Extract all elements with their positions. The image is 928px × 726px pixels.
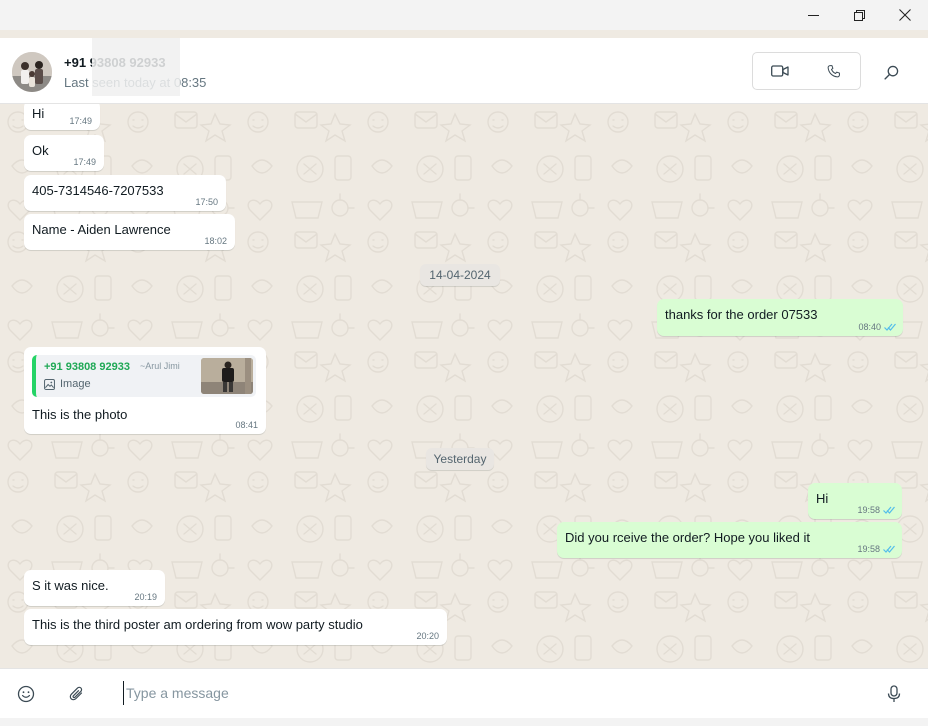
window-titlebar bbox=[0, 0, 928, 30]
message-text: Name - Aiden Lawrence bbox=[32, 222, 171, 237]
message-bubble[interactable]: Ok 17:49 bbox=[24, 135, 104, 171]
message-time: 17:49 bbox=[73, 157, 96, 167]
minimize-icon bbox=[807, 14, 819, 16]
close-icon bbox=[899, 9, 911, 21]
double-check-read-icon bbox=[883, 545, 895, 553]
message-text: 405-7314546-7207533 bbox=[32, 183, 164, 198]
message-bubble[interactable]: This is the third poster am ordering fro… bbox=[24, 609, 447, 645]
quoted-type: Image bbox=[60, 378, 91, 390]
message-composer bbox=[0, 668, 928, 718]
avatar-photo-icon bbox=[12, 52, 52, 92]
message-time: 18:02 bbox=[204, 236, 227, 246]
emoji-button[interactable] bbox=[13, 681, 39, 707]
message-bubble-with-reply[interactable]: +91 93808 92933 ~Arul Jimi Image This is… bbox=[24, 347, 266, 434]
message-time: 20:19 bbox=[134, 592, 157, 602]
phone-icon bbox=[827, 64, 840, 77]
search-button[interactable] bbox=[875, 56, 907, 88]
window-bottom-edge bbox=[0, 718, 928, 726]
voice-message-button[interactable] bbox=[881, 681, 907, 707]
chat-area[interactable]: Hi 17:49 Ok 17:49 405-7314546-7207533 17… bbox=[0, 104, 928, 668]
restore-icon bbox=[853, 9, 865, 21]
message-time: 08:41 bbox=[235, 420, 258, 430]
message-bubble[interactable]: 405-7314546-7207533 17:50 bbox=[24, 175, 226, 211]
video-camera-icon bbox=[770, 65, 789, 77]
person-photo-icon bbox=[201, 358, 253, 394]
message-text: Did you rceive the order? Hope you liked… bbox=[565, 530, 810, 545]
emoji-icon bbox=[17, 685, 35, 703]
message-time: 08:40 bbox=[858, 322, 881, 332]
message-bubble[interactable]: Did you rceive the order? Hope you liked… bbox=[557, 522, 902, 558]
message-bubble[interactable]: thanks for the order 07533 08:40 bbox=[657, 299, 903, 336]
message-time: 17:50 bbox=[195, 197, 218, 207]
close-button[interactable] bbox=[882, 0, 928, 30]
minimize-button[interactable] bbox=[790, 0, 836, 30]
message-text: thanks for the order 07533 bbox=[665, 307, 818, 322]
image-icon bbox=[44, 379, 55, 390]
quoted-message[interactable]: +91 93808 92933 ~Arul Jimi Image bbox=[32, 355, 256, 397]
avatar[interactable] bbox=[12, 52, 52, 92]
quoted-sender: +91 93808 92933 bbox=[44, 361, 130, 373]
chat-header: +91 93808 92933 Last seen today at 08:35 bbox=[0, 38, 928, 104]
message-time: 17:49 bbox=[69, 116, 92, 126]
message-bubble[interactable]: Hi 19:58 bbox=[808, 483, 902, 519]
double-check-read-icon bbox=[884, 323, 896, 331]
message-text: This is the photo bbox=[32, 407, 128, 422]
date-divider: 14-04-2024 bbox=[420, 264, 500, 286]
video-call-button[interactable] bbox=[753, 53, 807, 89]
message-text: Hi bbox=[32, 106, 45, 121]
double-check-read-icon bbox=[883, 506, 895, 514]
voice-call-button[interactable] bbox=[807, 53, 861, 89]
message-time: 20:20 bbox=[416, 631, 439, 641]
message-bubble[interactable]: Name - Aiden Lawrence 18:02 bbox=[24, 214, 235, 250]
date-divider: Yesterday bbox=[426, 448, 494, 470]
microphone-icon bbox=[887, 685, 901, 702]
message-text: Hi bbox=[816, 491, 829, 506]
quoted-author: ~Arul Jimi bbox=[140, 361, 180, 371]
message-text: Ok bbox=[32, 143, 49, 158]
message-time: 19:58 bbox=[857, 544, 880, 554]
message-text: S it was nice. bbox=[32, 578, 109, 593]
search-icon bbox=[883, 65, 898, 80]
redaction-blur bbox=[92, 38, 180, 96]
message-bubble[interactable]: Hi 17:49 bbox=[24, 104, 100, 130]
paperclip-icon bbox=[69, 686, 83, 701]
message-time: 19:58 bbox=[857, 505, 880, 515]
call-button-group bbox=[752, 52, 861, 90]
message-input[interactable] bbox=[123, 681, 763, 705]
attach-button[interactable] bbox=[64, 681, 90, 707]
quoted-image-thumbnail bbox=[201, 358, 253, 394]
message-text: This is the third poster am ordering fro… bbox=[32, 617, 363, 632]
message-bubble[interactable]: S it was nice. 20:19 bbox=[24, 570, 165, 606]
maximize-button[interactable] bbox=[836, 0, 882, 30]
